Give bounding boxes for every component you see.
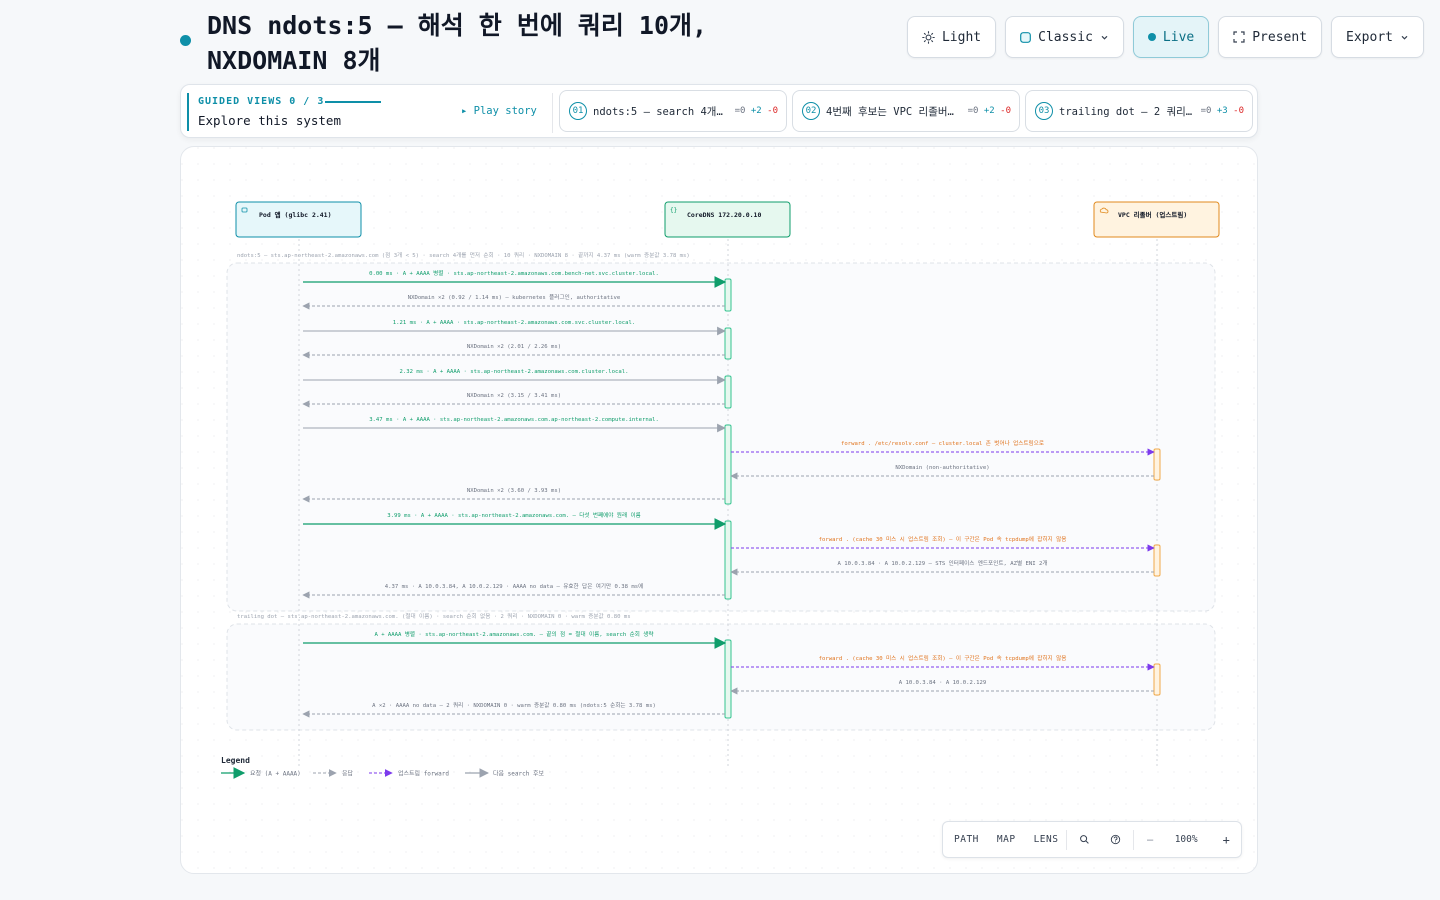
activation-coredns (724, 639, 732, 719)
export-dropdown[interactable]: Export (1331, 16, 1424, 58)
light-label: Light (941, 29, 982, 45)
legend-title: Legend (221, 756, 250, 765)
story-card-2[interactable]: 02 4번째 후보는 VPC 리졸버까지 =0 +2 -0 (792, 90, 1020, 132)
chevron-down-icon (1401, 35, 1408, 40)
page-title: DNS ndots:5 — 해석 한 번에 쿼리 10개, NXDOMAIN 8… (207, 11, 708, 75)
story-card-3[interactable]: 03 trailing dot — 2 쿼리, 끝 =0 +3 -0 (1025, 90, 1253, 132)
activation-vpc (1153, 448, 1161, 481)
message-label: A ×2 · AAAA no data — 2 쿼리 · NXDOMAIN 0 … (372, 701, 656, 709)
map-mode-button[interactable]: MAP (997, 834, 1016, 845)
message-label: NXDomain ×2 (3.60 / 3.93 ms) (467, 488, 561, 494)
live-label: Live (1162, 29, 1195, 45)
guided-progress-line (325, 101, 381, 103)
live-toggle-button[interactable]: Live (1132, 16, 1210, 58)
activation-coredns (724, 327, 732, 360)
participant-vpc-resolver[interactable]: VPC 리졸버 (업스트림) (1093, 201, 1220, 238)
help-icon[interactable] (1110, 834, 1121, 845)
classic-style-dropdown[interactable]: Classic (1005, 16, 1124, 58)
guided-views-label: GUIDED VIEWS 0 / 3 (198, 96, 325, 107)
lens-mode-button[interactable]: LENS (1034, 834, 1059, 845)
message-label: 3.47 ms · A + AAAA · sts.ap-northeast-2.… (369, 417, 659, 423)
activation-vpc (1153, 544, 1161, 577)
message-label: NXDomain ×2 (2.01 / 2.26 ms) (467, 344, 561, 350)
light-theme-button[interactable]: Light (906, 16, 997, 58)
message-label: 0.00 ms · A + AAAA 병렬 · sts.ap-northeast… (369, 269, 659, 277)
participant-vpc-label: VPC 리졸버 (업스트림) (1118, 210, 1187, 219)
zoom-in-button[interactable]: + (1223, 833, 1230, 847)
sun-icon (922, 30, 935, 44)
message-label: forward . (cache 30 미스 시 업스트림 조회) — 이 구간… (819, 654, 1067, 662)
live-dot-icon (1147, 33, 1156, 41)
participant-coredns-label: CoreDNS 172.20.0.10 (687, 211, 761, 219)
story-stats: =0 +3 -0 (1200, 106, 1244, 116)
story-stats: =0 +2 -0 (967, 106, 1011, 116)
export-label: Export (1346, 29, 1393, 45)
view-controls: PATH MAP LENS − 100% + (942, 821, 1242, 858)
group-trailing-dot-label: trailing dot — sts.ap-northeast-2.amazon… (237, 612, 631, 620)
story-title: 4번째 후보는 VPC 리졸버까지 (826, 106, 962, 118)
control-divider (1133, 829, 1135, 850)
guided-views-bar: GUIDED VIEWS 0 / 3 Explore this system ▸… (180, 84, 1258, 138)
legend-request-label: 요청 (A + AAAA) (250, 771, 301, 778)
activation-coredns (724, 278, 732, 312)
play-story-button[interactable]: ▸ Play story (461, 105, 537, 117)
activation-coredns (724, 424, 732, 505)
group-trailing-dot (226, 623, 1216, 731)
story-title: trailing dot — 2 쿼리, 끝 (1059, 106, 1195, 118)
legend-forward-label: 업스트림 forward (398, 770, 449, 778)
story-stats: =0 +2 -0 (734, 106, 778, 116)
activation-coredns (724, 520, 732, 600)
message-label: 2.32 ms · A + AAAA · sts.ap-northeast-2.… (399, 369, 628, 375)
story-number: 03 (1035, 102, 1053, 120)
guided-views-subtitle: Explore this system (198, 113, 341, 128)
zoom-level: 100% (1174, 834, 1198, 845)
message-label: A 10.0.3.84 · A 10.0.2.129 (899, 680, 987, 686)
control-divider (1066, 829, 1068, 850)
message-label: A 10.0.3.84 · A 10.0.2.129 — STS 인터페이스 엔… (838, 559, 1048, 567)
path-mode-button[interactable]: PATH (954, 834, 979, 845)
fullscreen-icon (1233, 31, 1245, 43)
group-ndots5 (226, 262, 1216, 612)
title-status-dot (180, 35, 191, 46)
activation-vpc (1153, 663, 1161, 696)
activation-coredns (724, 375, 732, 409)
message-label: forward . (cache 30 미스 시 업스트림 조회) — 이 구간… (819, 535, 1067, 543)
square-icon (1020, 31, 1032, 43)
present-label: Present (1252, 29, 1308, 45)
guided-divider (552, 93, 553, 133)
toolbar: Light Classic Live Present Export (906, 16, 1424, 58)
story-card-1[interactable]: 01 ndots:5 — search 4개를 먼저 =0 +2 -0 (559, 90, 787, 132)
story-title: ndots:5 — search 4개를 먼저 (593, 106, 729, 118)
search-icon[interactable] (1079, 834, 1090, 845)
participant-pod-label: Pod 앱 (glibc 2.41) (259, 210, 332, 219)
message-label: A + AAAA 병렬 · sts.ap-northeast-2.amazona… (374, 630, 653, 638)
story-number: 02 (802, 102, 820, 120)
story-number: 01 (569, 102, 587, 120)
message-label: 4.37 ms · A 10.0.3.84, A 10.0.2.129 · AA… (385, 582, 643, 590)
sequence-diagram: ndots:5 — sts.ap-northeast-2.amazonaws.c… (181, 147, 1257, 873)
legend-next-label: 다음 search 후보 (493, 770, 544, 778)
braces-icon: {} (670, 207, 677, 214)
classic-label: Classic (1038, 29, 1093, 45)
participant-pod[interactable]: Pod 앱 (glibc 2.41) (235, 201, 362, 238)
message-label: NXDomain (non-authoritative) (895, 465, 989, 471)
legend-response-label: 응답 (342, 771, 354, 778)
zoom-out-button[interactable]: − (1146, 833, 1153, 847)
message-label: forward . /etc/resolv.conf — cluster.loc… (841, 439, 1044, 447)
message-label: 1.21 ms · A + AAAA · sts.ap-northeast-2.… (393, 320, 635, 326)
diagram-canvas[interactable]: ndots:5 — sts.ap-northeast-2.amazonaws.c… (180, 146, 1258, 874)
message-label: 3.99 ms · A + AAAA · sts.ap-northeast-2.… (387, 511, 641, 519)
message-label: NXDomain ×2 (0.92 / 1.14 ms) — kubernete… (408, 293, 621, 301)
present-button[interactable]: Present (1218, 16, 1323, 58)
guided-views-header: GUIDED VIEWS 0 / 3 Explore this system ▸… (187, 93, 553, 131)
chevron-down-icon (1101, 35, 1108, 40)
message-label: NXDomain ×2 (3.15 / 3.41 ms) (467, 393, 561, 399)
participant-coredns[interactable]: {} CoreDNS 172.20.0.10 (664, 201, 791, 238)
group-ndots5-label: ndots:5 — sts.ap-northeast-2.amazonaws.c… (237, 251, 690, 259)
